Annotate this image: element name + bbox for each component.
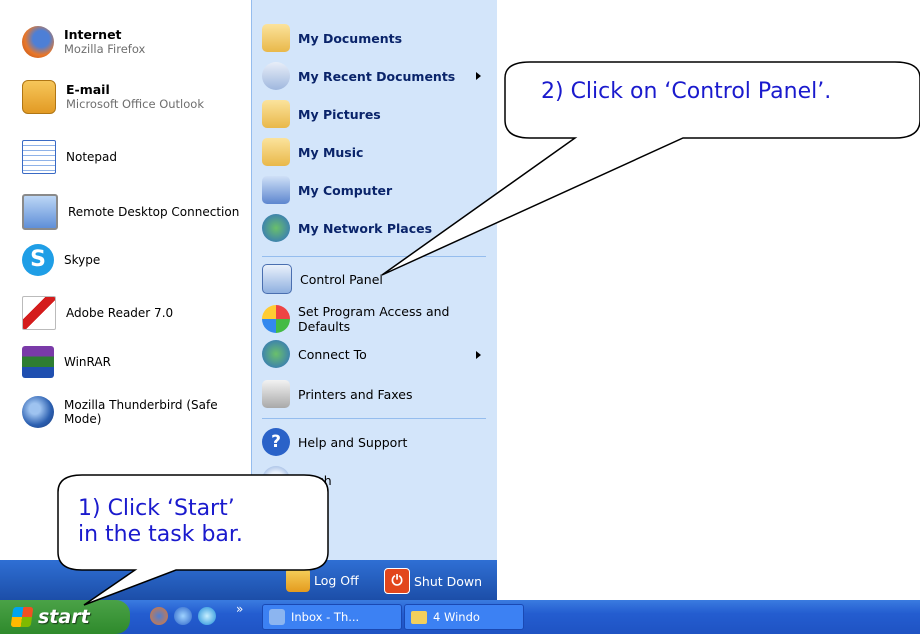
program-label: Adobe Reader 7.0 (66, 306, 174, 320)
place-control-panel[interactable]: Control Panel (262, 264, 383, 294)
winrar-icon (22, 346, 54, 378)
program-email[interactable]: E-mail Microsoft Office Outlook (22, 80, 204, 114)
place-label: Control Panel (300, 271, 383, 287)
place-label: Help and Support (298, 434, 408, 450)
quick-launch-overflow[interactable]: » (236, 602, 243, 616)
place-label: My Network Places (298, 220, 433, 236)
printers-icon (262, 380, 290, 408)
quick-launch-ie-icon[interactable] (174, 607, 192, 625)
my-pictures-icon (262, 100, 290, 128)
mail-icon (269, 609, 285, 625)
firefox-icon (22, 26, 54, 58)
thunderbird-icon (22, 396, 54, 428)
program-notepad[interactable]: Notepad (22, 140, 117, 174)
start-button[interactable]: start (0, 600, 130, 634)
remote-desktop-icon (22, 194, 58, 230)
place-my-computer[interactable]: My Computer (262, 176, 392, 204)
program-adobe-reader[interactable]: Adobe Reader 7.0 (22, 296, 173, 330)
my-computer-icon (262, 176, 290, 204)
callout-start-line1: 1) Click ‘Start’ (78, 496, 235, 521)
program-winrar[interactable]: WinRAR (22, 346, 111, 378)
place-help[interactable]: ? Help and Support (262, 428, 407, 456)
connect-to-icon (262, 340, 290, 368)
windows-flag-icon (10, 607, 34, 627)
start-label: start (38, 606, 90, 628)
shut-down-label: Shut Down (414, 573, 483, 589)
program-label: Mozilla Thunderbird (Safe Mode) (64, 398, 218, 426)
skype-icon: S (22, 244, 54, 276)
log-off-button[interactable]: Log Off (286, 568, 359, 592)
quick-launch-firefox-icon[interactable] (150, 607, 168, 625)
start-menu: Internet Mozilla Firefox E-mail Microsof… (0, 0, 497, 600)
quick-launch-browser-icon[interactable] (198, 607, 216, 625)
my-music-icon (262, 138, 290, 166)
program-label: Internet (64, 27, 122, 42)
shut-down-button[interactable]: ⏻ Shut Down (384, 568, 482, 594)
places-separator (262, 418, 486, 419)
help-icon: ? (262, 428, 290, 456)
taskbar-item-inbox[interactable]: Inbox - Th... (262, 604, 402, 630)
pinned-programs-list: Internet Mozilla Firefox E-mail Microsof… (0, 0, 251, 560)
place-my-pictures[interactable]: My Pictures (262, 100, 381, 128)
place-label: rch (312, 472, 332, 488)
recent-documents-icon (262, 62, 290, 90)
callout-start-line2: in the task bar. (78, 522, 243, 547)
place-program-access[interactable]: Set Program Access and Defaults (262, 304, 458, 334)
program-label: Remote Desktop Connection (68, 205, 240, 219)
log-off-label: Log Off (314, 572, 359, 588)
place-my-music[interactable]: My Music (262, 138, 363, 166)
adobe-reader-icon (22, 296, 56, 330)
place-label: ... (308, 512, 320, 528)
program-skype[interactable]: S Skype (22, 244, 100, 276)
place-my-documents[interactable]: My Documents (262, 24, 402, 52)
control-panel-icon (262, 264, 292, 294)
place-label: Printers and Faxes (298, 386, 413, 402)
place-label: My Documents (298, 30, 403, 46)
submenu-arrow-icon (476, 351, 481, 359)
outlook-icon (22, 80, 56, 114)
place-label: My Recent Documents (298, 68, 456, 84)
place-search[interactable]: rch (262, 466, 332, 494)
place-run[interactable]: ... (262, 506, 320, 534)
program-access-icon (262, 305, 290, 333)
program-label: E-mail (66, 82, 110, 97)
run-icon (262, 506, 290, 534)
taskbar-item-label: 4 Windo (433, 610, 480, 624)
log-off-icon (286, 568, 310, 592)
callout-control-panel-text: 2) Click on ‘Control Panel’. (541, 79, 832, 104)
notepad-icon (22, 140, 56, 174)
program-label: Notepad (66, 150, 117, 164)
program-internet[interactable]: Internet Mozilla Firefox (22, 26, 145, 58)
place-label: My Pictures (298, 106, 381, 122)
network-places-icon (262, 214, 290, 242)
program-remote-desktop[interactable]: Remote Desktop Connection (22, 194, 239, 230)
place-connect-to[interactable]: Connect To (262, 340, 367, 368)
places-separator (262, 256, 486, 257)
program-label: Skype (64, 253, 101, 267)
quick-launch (150, 607, 216, 625)
folder-icon (411, 610, 427, 624)
program-sublabel: Microsoft Office Outlook (66, 97, 204, 111)
place-label: My Computer (298, 182, 393, 198)
place-recent-documents[interactable]: My Recent Documents (262, 62, 455, 90)
search-icon (262, 466, 290, 494)
place-printers[interactable]: Printers and Faxes (262, 380, 412, 408)
taskbar-item-label: Inbox - Th... (291, 610, 360, 624)
power-icon: ⏻ (384, 568, 410, 594)
place-label: Connect To (298, 346, 367, 362)
my-documents-icon (262, 24, 290, 52)
place-label: Set Program Access and Defaults (298, 304, 450, 334)
program-sublabel: Mozilla Firefox (64, 42, 146, 56)
program-label: WinRAR (64, 355, 111, 369)
program-thunderbird[interactable]: Mozilla Thunderbird (Safe Mode) (22, 396, 234, 428)
submenu-arrow-icon (476, 72, 481, 80)
place-label: My Music (298, 144, 364, 160)
place-network-places[interactable]: My Network Places (262, 214, 432, 242)
taskbar-item-windows[interactable]: 4 Windo (404, 604, 524, 630)
